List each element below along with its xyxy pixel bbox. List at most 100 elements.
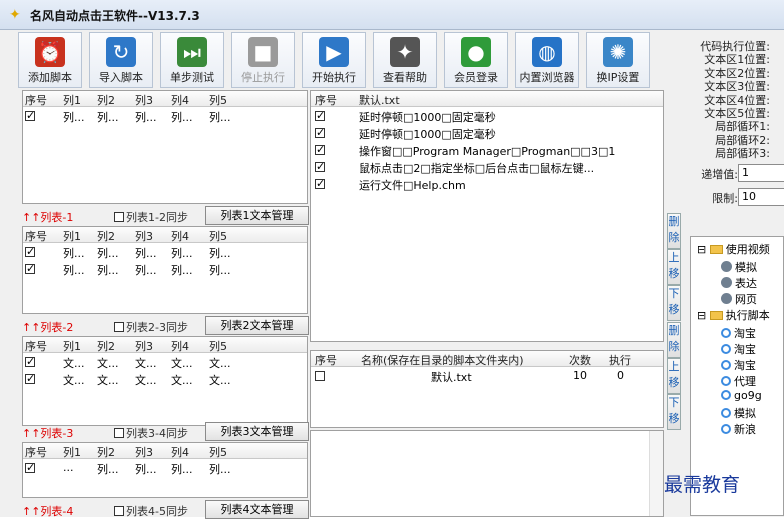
toolbar-button-4[interactable]: ■ 停止执行 (231, 32, 295, 88)
tree-item[interactable]: 淘宝 (721, 341, 756, 357)
toolbar-button-8[interactable]: ◍ 内置浏览器 (515, 32, 579, 88)
table-row[interactable]: ✓1 文... 文... 文... 文... 文... (23, 353, 307, 370)
text-manage-button[interactable]: 列表3文本管理 (205, 422, 309, 441)
list-2-grid[interactable]: 序号 列1 列2 列3 列4 列5 ✓1 列... 列... 列... 列... 列... ✓2 列...… (22, 226, 308, 314)
tree-item[interactable]: 模拟 (721, 405, 756, 421)
sync-checkbox-box[interactable] (114, 506, 124, 516)
limit-input[interactable]: 10 (738, 188, 784, 206)
script-commands-grid[interactable]: 序号 默认.txt ✓1 延时停顿□1000□固定毫秒 ✓2 延时停顿□1000□固定毫秒… (310, 90, 664, 342)
command-text: 运行文件□Help.chm (359, 179, 466, 192)
increment-input[interactable]: 1 (738, 164, 784, 182)
toolbar-button-label: 单步测试 (170, 71, 214, 84)
script-row[interactable]: ✓2 延时停顿□1000□固定毫秒 (311, 124, 663, 141)
script-move-up-button[interactable]: 上移 (667, 249, 681, 285)
window-title: 名风自动点击王软件--V13.7.3 (30, 9, 200, 23)
column-header: 列3 (135, 340, 153, 353)
cell: 列... (135, 463, 157, 476)
sync-checkbox[interactable]: 列表2-3同步 (114, 319, 188, 335)
text-manage-button[interactable]: 列表1文本管理 (205, 206, 309, 225)
toolbar-button-label: 会员登录 (454, 71, 498, 84)
command-text: 鼠标点击□2□指定坐标□后台点击□鼠标左键... (359, 162, 595, 175)
tree-item[interactable]: 新浪 (721, 421, 756, 437)
row-checkbox[interactable]: ✓ (25, 263, 35, 274)
column-header: 默认.txt (359, 94, 400, 107)
tree-item[interactable]: 淘宝 (721, 357, 756, 373)
list-4-grid[interactable]: 序号 列1 列2 列3 列4 列5 ✓1... 列... 列... 列... 列... (22, 442, 308, 498)
tree-item[interactable]: 代理 (721, 373, 756, 389)
stop-icon: ■ (248, 37, 278, 67)
tree-item[interactable]: 网页 (721, 291, 757, 307)
list-3-grid[interactable]: 序号 列1 列2 列3 列4 列5 ✓1 文... 文... 文... 文... 文... ✓2 文...… (22, 336, 308, 426)
script-row[interactable]: ✓3 操作窗□□Program Manager□Progman□□3□1 (311, 141, 663, 158)
sync-checkbox[interactable]: 列表1-2同步 (114, 209, 188, 225)
row-checkbox[interactable]: ✓ (315, 110, 325, 121)
row-checkbox[interactable]: ✓ (25, 356, 35, 367)
script-delete-button[interactable]: 删除 (667, 213, 681, 249)
list-header: 序号 列1 列2 列3 列4 列5 (23, 91, 307, 107)
refresh-icon: ↻ (106, 37, 136, 67)
file-delete-button[interactable]: 删除 (667, 322, 681, 358)
file-move-down-button[interactable]: 下移 (667, 394, 681, 430)
toolbar-button-2[interactable]: ↻ 导入脚本 (89, 32, 153, 88)
table-row[interactable]: ✓2 文... 文... 文... 文... 文... (23, 370, 307, 387)
tree-item[interactable]: 淘宝 (721, 325, 756, 341)
tree-item[interactable]: go9g (721, 389, 762, 402)
cell: 列... (209, 463, 231, 476)
table-row[interactable]: ✓1 列... 列... 列... 列... 列... (23, 243, 307, 260)
sync-checkbox[interactable]: 列表3-4同步 (114, 425, 188, 441)
file-move-up-button[interactable]: 上移 (667, 358, 681, 394)
row-checkbox[interactable]: ✓ (25, 373, 35, 384)
row-checkbox[interactable]: ✓ (315, 178, 325, 189)
tree-item[interactable]: ⊟ 使用视频 (697, 241, 770, 257)
cell: 列... (97, 247, 119, 260)
toolbar-button-label: 停止执行 (241, 71, 285, 84)
sync-checkbox-box[interactable] (114, 322, 124, 332)
tree-item[interactable]: 模拟 (721, 259, 757, 275)
table-row[interactable]: ✓1... 列... 列... 列... 列... (23, 459, 307, 476)
text-area[interactable] (310, 430, 664, 517)
limit-label: 限制: (712, 192, 738, 205)
column-header: 列2 (97, 230, 115, 243)
row-checkbox[interactable]: ✓ (25, 246, 35, 257)
toolbar-button-9[interactable]: ✺ 换IP设置 (586, 32, 650, 88)
circle-icon (721, 360, 731, 370)
toolbar-button-7[interactable]: ● 会员登录 (444, 32, 508, 88)
tree-item[interactable]: ⊟ 执行脚本 (697, 307, 770, 323)
tree-item[interactable]: 表达 (721, 275, 757, 291)
toolbar-button-1[interactable]: ⏰ 添加脚本 (18, 32, 82, 88)
file-row[interactable]: 1 默认.txt 10 0 (311, 367, 663, 384)
row-checkbox[interactable]: ✓ (25, 462, 35, 473)
table-row[interactable]: ✓1 列... 列... 列... 列... 列... (23, 107, 307, 124)
script-row[interactable]: ✓5 运行文件□Help.chm (311, 175, 663, 192)
cell: 文... (63, 357, 85, 370)
expand-minus-icon[interactable]: ⊟ (697, 243, 710, 256)
file-count: 10 (573, 369, 587, 382)
column-header: 执行 (609, 354, 631, 367)
script-row[interactable]: ✓4 鼠标点击□2□指定坐标□后台点击□鼠标左键... (311, 158, 663, 175)
script-files-grid[interactable]: 序号 名称(保存在目录的脚本文件夹内) 次数 执行 1 默认.txt 10 0 (310, 350, 664, 428)
toolbar-button-6[interactable]: ✦ 查看帮助 (373, 32, 437, 88)
text-manage-button[interactable]: 列表4文本管理 (205, 500, 309, 519)
column-header: 序号 (25, 94, 47, 107)
sync-checkbox-box[interactable] (114, 212, 124, 222)
row-checkbox[interactable]: ✓ (315, 161, 325, 172)
sync-checkbox-box[interactable] (114, 428, 124, 438)
network-gear-icon: ✺ (603, 37, 633, 67)
list-label: ↑↑列表-3 (22, 427, 74, 440)
column-header: 序号 (315, 94, 337, 107)
expand-minus-icon[interactable]: ⊟ (697, 309, 710, 322)
list-header: 序号 列1 列2 列3 列4 列5 (23, 337, 307, 353)
column-header: 列4 (171, 94, 189, 107)
table-row[interactable]: ✓2 列... 列... 列... 列... 列... (23, 260, 307, 277)
row-checkbox[interactable]: ✓ (315, 127, 325, 138)
script-move-down-button[interactable]: 下移 (667, 285, 681, 321)
list-1-grid[interactable]: 序号 列1 列2 列3 列4 列5 ✓1 列... 列... 列... 列... 列... (22, 90, 308, 204)
toolbar-button-5[interactable]: ▶ 开始执行 (302, 32, 366, 88)
row-checkbox[interactable]: ✓ (315, 144, 325, 155)
row-checkbox[interactable]: ✓ (25, 110, 35, 121)
row-checkbox[interactable] (315, 371, 325, 381)
script-row[interactable]: ✓1 延时停顿□1000□固定毫秒 (311, 107, 663, 124)
toolbar-button-3[interactable]: ⏭ 单步测试 (160, 32, 224, 88)
text-area-scrollbar[interactable] (649, 431, 663, 516)
text-manage-button[interactable]: 列表2文本管理 (205, 316, 309, 335)
